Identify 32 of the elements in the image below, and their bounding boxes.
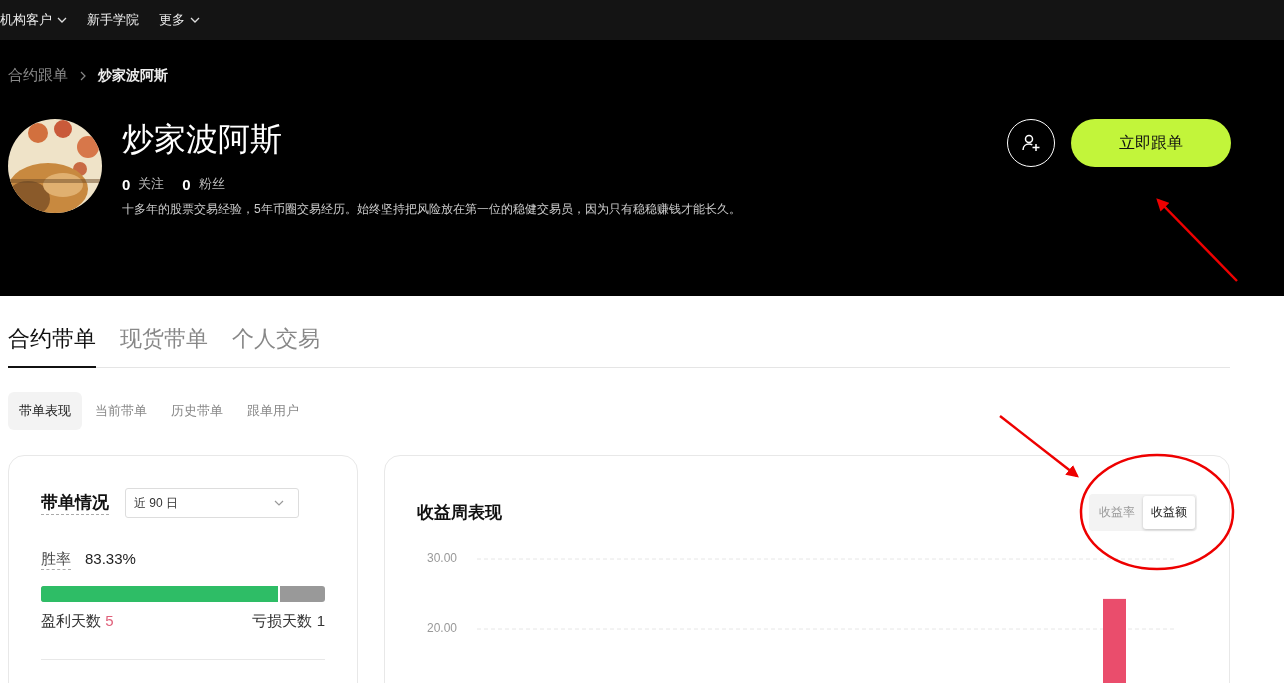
nav-link[interactable]: 更多 xyxy=(159,11,200,29)
add-user-icon xyxy=(1021,133,1041,153)
period-dropdown[interactable]: 近 90 日 xyxy=(125,488,299,518)
nav-link[interactable]: 新手学院 xyxy=(87,11,139,29)
card-title: 带单情况 xyxy=(41,491,109,515)
subtab[interactable]: 带单表现 xyxy=(8,392,82,430)
trader-bio: 十多年的股票交易经验，5年币圈交易经历。始终坚持把风险放在第一位的稳健交易员，因为只有稳稳赚钱才能长久。 xyxy=(122,201,742,218)
tab[interactable]: 合约带单 xyxy=(8,324,96,368)
profit-days: 盈利天数 5 xyxy=(41,612,114,631)
toggle-option[interactable]: 收益额 xyxy=(1143,496,1195,529)
loss-days: 亏损天数 1 xyxy=(252,612,325,631)
tab[interactable]: 现货带单 xyxy=(120,324,208,368)
win-rate-label: 胜率 xyxy=(41,550,71,570)
followers-label: 粉丝 xyxy=(198,175,225,193)
breadcrumb-item: 炒家波阿斯 xyxy=(98,66,168,85)
followers-count: 0 xyxy=(182,175,191,193)
subtab[interactable]: 当前带单 xyxy=(84,392,158,430)
follow-button[interactable]: 立即跟单 xyxy=(1071,119,1231,167)
tab[interactable]: 个人交易 xyxy=(232,324,320,368)
following-count: 0 xyxy=(122,175,131,193)
following-label: 关注 xyxy=(138,175,165,193)
axis-label: 30.00 xyxy=(427,551,458,565)
subtab[interactable]: 跟单用户 xyxy=(236,392,310,430)
win-rate-value: 83.33% xyxy=(85,550,136,569)
nav-link[interactable]: 机构客户 xyxy=(0,11,67,29)
caret-icon xyxy=(274,500,284,506)
chevron-icon xyxy=(80,70,86,81)
breadcrumb-item[interactable]: 合约跟单 xyxy=(8,66,68,85)
trader-name: 炒家波阿斯 xyxy=(122,120,283,159)
subtab[interactable]: 历史带单 xyxy=(160,392,234,430)
card-title: 收益周表现 xyxy=(417,502,502,524)
axis-label: 20.00 xyxy=(427,621,458,635)
